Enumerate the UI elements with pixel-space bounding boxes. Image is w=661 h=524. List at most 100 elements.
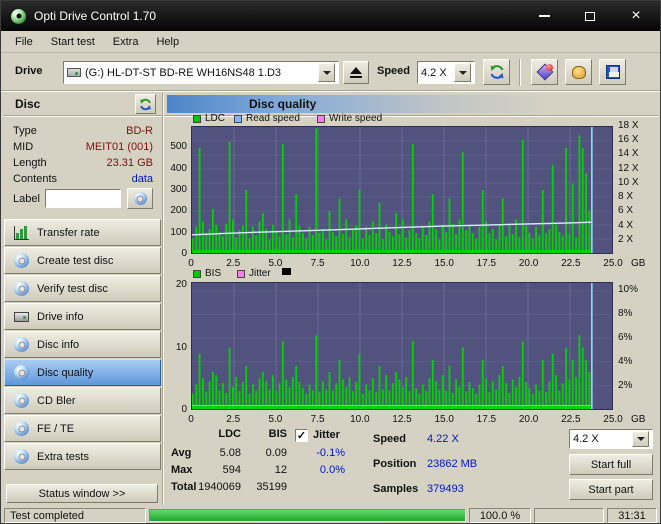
x-axis-unit: GB xyxy=(631,414,655,425)
x-tick: 25.0 xyxy=(600,414,626,425)
sidebar-item-label: Create test disc xyxy=(37,255,113,267)
position-label: Position xyxy=(373,458,416,470)
stats-bis-max: 12 xyxy=(227,464,287,476)
close-icon: × xyxy=(631,8,640,24)
menu-item-extra[interactable]: Extra xyxy=(104,33,148,51)
sidebar-item-verify-test-disc[interactable]: Verify test disc xyxy=(4,275,161,302)
field-row-length: Length23.31 GB xyxy=(4,155,161,171)
create-test-disc-icon xyxy=(14,253,29,268)
app-icon xyxy=(11,9,26,24)
status-text: Test completed xyxy=(10,510,84,522)
start-part-button[interactable]: Start part xyxy=(569,479,653,500)
disc-quality-icon xyxy=(14,365,29,380)
speed-select[interactable]: 4.2 X xyxy=(417,61,475,84)
sidebar-item-drive-info[interactable]: Drive info xyxy=(4,303,161,330)
field-label-mid: MID xyxy=(13,141,33,153)
menu-item-file[interactable]: File xyxy=(6,33,42,51)
x-tick: 12.5 xyxy=(389,258,415,269)
chevron-down-icon xyxy=(637,437,645,441)
y-right-tick: 4 X xyxy=(618,220,654,231)
x-tick: 17.5 xyxy=(473,414,499,425)
minimize-button[interactable] xyxy=(526,1,562,31)
quality-speed-select-arrow[interactable] xyxy=(632,431,649,447)
y-left-tick: 200 xyxy=(153,205,187,216)
window-title: Opti Drive Control 1.70 xyxy=(34,9,156,23)
drive-select-arrow[interactable] xyxy=(318,63,335,82)
field-value-type: BD-R xyxy=(126,125,153,137)
status-cell: Test completed xyxy=(4,508,146,523)
refresh-speed-button[interactable] xyxy=(483,59,510,85)
refresh-disc-button[interactable] xyxy=(135,94,156,114)
sidebar-item-create-test-disc[interactable]: Create test disc xyxy=(4,247,161,274)
progress-percent: 100.0 % xyxy=(480,510,520,522)
y-left-tick: 20 xyxy=(153,279,187,290)
x-tick: 15.0 xyxy=(431,414,457,425)
y-right-tick: 8 X xyxy=(618,191,654,202)
ldc-read-speed-chart xyxy=(191,126,613,254)
write-label-button[interactable] xyxy=(127,188,153,209)
legend1-swatch-read-speed xyxy=(234,115,242,123)
close-button[interactable]: × xyxy=(618,1,654,31)
refresh-icon xyxy=(139,98,152,111)
fe-te-icon xyxy=(14,421,29,436)
opti-drive-control-window: Opti Drive Control 1.70 × FileStart test… xyxy=(0,0,661,524)
field-row-mid: MID MEIT01 (001) xyxy=(4,139,161,155)
sidebar-item-cd-bler[interactable]: CD Bler xyxy=(4,387,161,414)
x-tick: 20.0 xyxy=(516,414,542,425)
nav-button-stack: Transfer rate Create test disc Verify test… xyxy=(4,219,161,471)
disc-panel-title: Disc xyxy=(15,97,40,111)
titlebar: Opti Drive Control 1.70 × xyxy=(1,1,660,31)
statusbar-spacer-cell xyxy=(534,508,604,523)
check-icon: ✓ xyxy=(297,429,306,442)
start-full-button[interactable]: Start full xyxy=(569,454,653,475)
x-tick: 5.0 xyxy=(262,414,288,425)
y-right-tick: 2% xyxy=(618,380,654,391)
speed-select-arrow[interactable] xyxy=(454,63,471,82)
quality-speed-select-value: 4.2 X xyxy=(573,433,599,445)
sidebar-item-label: Extra tests xyxy=(37,451,89,463)
samples-label: Samples xyxy=(373,483,418,495)
y-right-tick: 8% xyxy=(618,308,654,319)
menu-item-help[interactable]: Help xyxy=(147,33,188,51)
x-tick: 22.5 xyxy=(558,414,584,425)
refresh-icon xyxy=(489,64,505,80)
quality-speed-select[interactable]: 4.2 X xyxy=(569,429,653,449)
save-button[interactable] xyxy=(599,59,626,85)
buzzer-tool-button[interactable] xyxy=(565,59,592,85)
drive-select-value: (G:) HL-DT-ST BD-RE WH16NS48 1.D3 xyxy=(85,67,281,79)
x-tick: 15.0 xyxy=(431,258,457,269)
status-window-button[interactable]: Status window >> xyxy=(6,484,158,503)
toolbar-separator xyxy=(519,59,521,86)
x-tick: 10.0 xyxy=(347,258,373,269)
disc-quality-tool-button[interactable] xyxy=(531,59,558,85)
legend-mark xyxy=(282,268,291,275)
field-value-contents[interactable]: data xyxy=(132,173,153,185)
legend1-label-write-speed: Write speed xyxy=(329,114,382,124)
page-header: Disc quality xyxy=(167,95,655,113)
stats-jitter-max: 0.0% xyxy=(287,464,345,476)
sidebar-item-disc-quality[interactable]: Disc quality xyxy=(4,359,161,386)
y-right-tick: 18 X xyxy=(618,120,654,131)
x-tick: 20.0 xyxy=(516,258,542,269)
field-value-mid: MEIT01 (001) xyxy=(86,141,153,153)
sidebar-item-fe-te[interactable]: FE / TE xyxy=(4,415,161,442)
eject-button[interactable] xyxy=(343,61,369,84)
jitter-checkbox-label: Jitter xyxy=(313,429,340,441)
y-right-tick: 12 X xyxy=(618,163,654,174)
sidebar-item-transfer-rate[interactable]: Transfer rate xyxy=(4,219,161,246)
menu-item-start-test[interactable]: Start test xyxy=(42,33,104,51)
y-right-tick: 10% xyxy=(618,284,654,295)
maximize-button[interactable] xyxy=(572,1,608,31)
page-title: Disc quality xyxy=(167,97,316,111)
jitter-checkbox[interactable]: ✓ xyxy=(295,429,308,442)
sidebar-item-extra-tests[interactable]: Extra tests xyxy=(4,443,161,470)
legend2-label-bis: BIS xyxy=(205,269,221,279)
x-tick: 7.5 xyxy=(305,258,331,269)
y-left-tick: 500 xyxy=(153,141,187,152)
drive-select[interactable]: (G:) HL-DT-ST BD-RE WH16NS48 1.D3 xyxy=(63,61,339,84)
y-right-tick: 14 X xyxy=(618,148,654,159)
disc-label-input[interactable] xyxy=(45,189,121,208)
sidebar-item-disc-info[interactable]: Disc info xyxy=(4,331,161,358)
progress-bar xyxy=(149,509,466,522)
toolbar-divider xyxy=(1,90,661,92)
